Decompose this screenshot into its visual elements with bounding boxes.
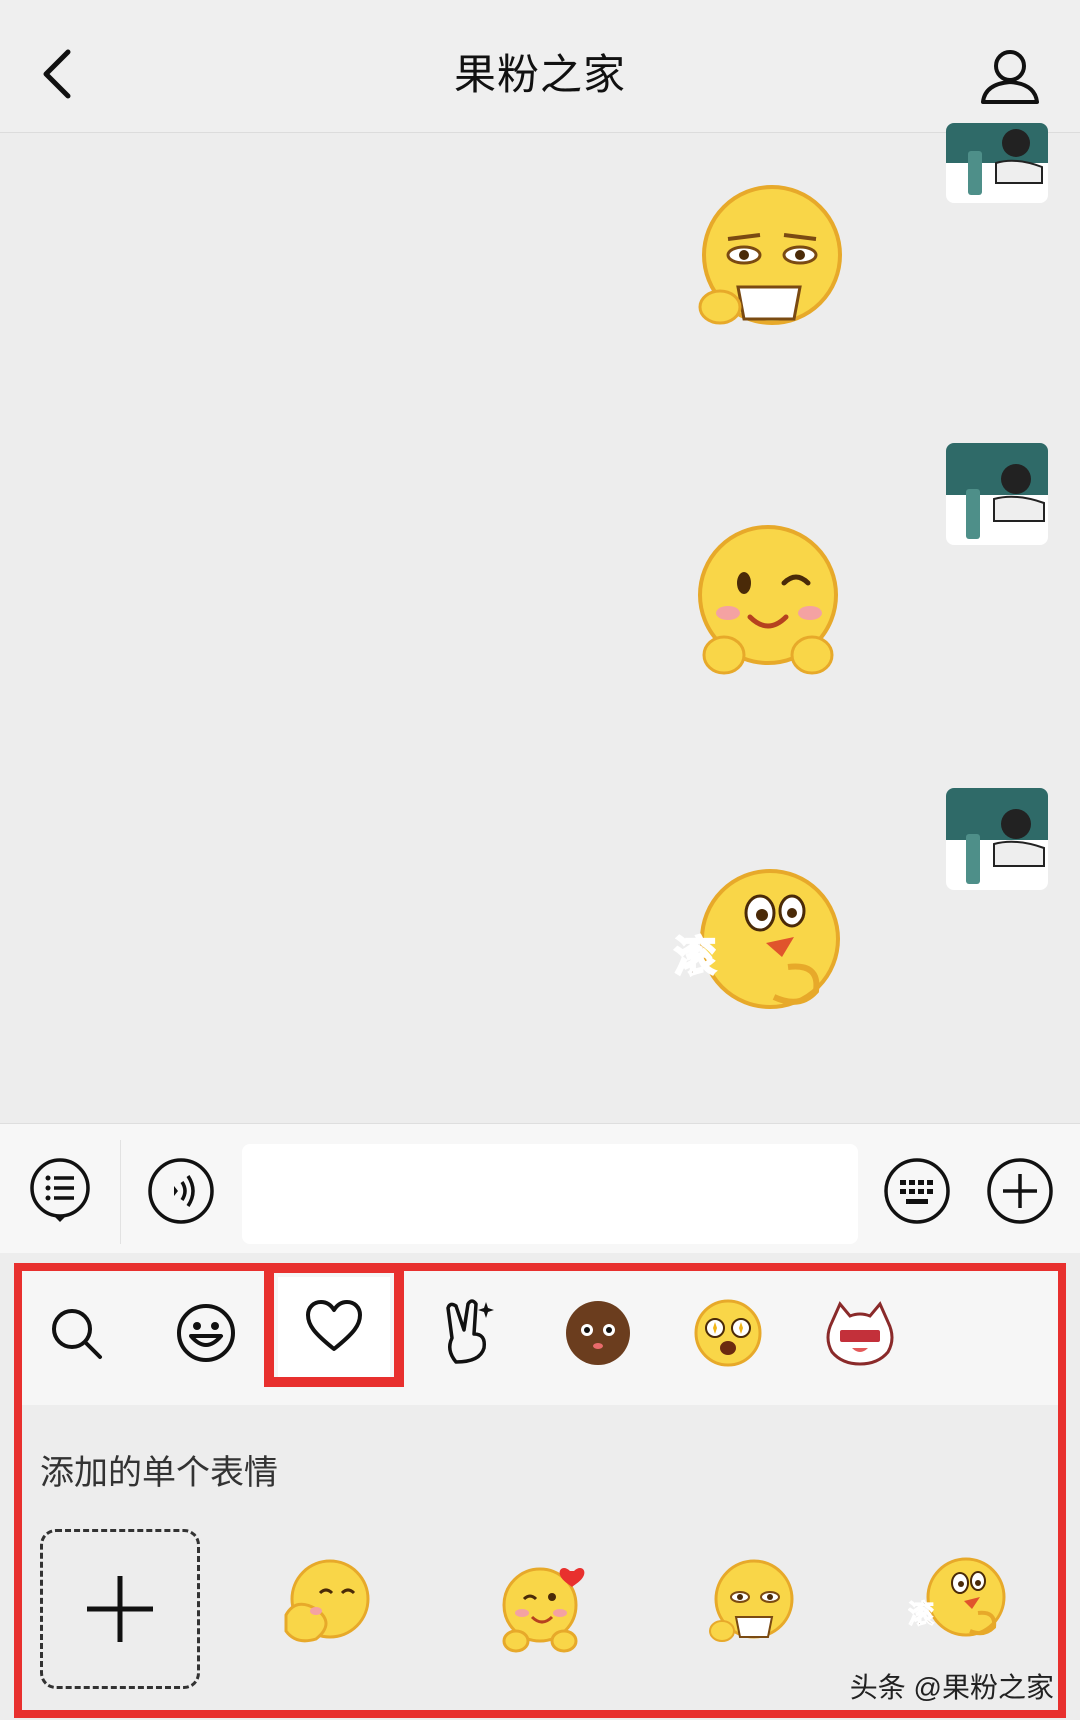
hug-emoji[interactable] [276, 1553, 376, 1653]
avatar-image [946, 123, 1048, 203]
watermark: 头条 @果粉之家 [849, 1672, 1054, 1703]
selection-highlight [264, 1263, 404, 1387]
chevron-left-icon[interactable] [30, 44, 90, 104]
sipping-tea-emoji[interactable] [690, 179, 850, 339]
message-input[interactable] [242, 1144, 858, 1244]
sipping-tea-emoji[interactable] [700, 1553, 800, 1653]
avatar[interactable] [946, 788, 1048, 890]
plus-circle-icon[interactable] [985, 1156, 1055, 1226]
input-bar [0, 1123, 1080, 1254]
chat-messages[interactable]: 滚 [0, 123, 1080, 1123]
wink-blush-emoji[interactable] [688, 521, 848, 681]
avatar-image [946, 443, 1048, 545]
roll-emoji[interactable]: 滚 [908, 1553, 1008, 1653]
heart-blush-emoji[interactable] [494, 1553, 594, 1653]
star-eyes-icon[interactable] [668, 1273, 788, 1393]
nav-bar: 果粉之家 [0, 0, 1080, 133]
smiley-icon[interactable] [146, 1273, 266, 1393]
divider [120, 1140, 121, 1244]
sticker-caption: 滚 [908, 1599, 934, 1630]
emoji-panel: 添加的单个表情 滚 头条 @果粉之家 [0, 1253, 1080, 1720]
keyboard-icon[interactable] [882, 1156, 952, 1226]
sticker-caption: 滚 [674, 932, 716, 981]
avatar-image [946, 788, 1048, 890]
roll-emoji[interactable]: 滚 [670, 863, 850, 1023]
search-icon[interactable] [16, 1273, 136, 1393]
avatar[interactable] [946, 443, 1048, 545]
victory-hand-icon[interactable] [408, 1273, 528, 1393]
person-icon[interactable] [975, 44, 1045, 114]
voice-icon[interactable] [146, 1156, 216, 1226]
list-icon[interactable] [28, 1156, 98, 1226]
plus-icon [87, 1576, 153, 1642]
add-sticker-button[interactable] [40, 1529, 200, 1689]
brown-face-icon[interactable] [538, 1273, 658, 1393]
avatar[interactable] [946, 123, 1048, 203]
chat-title: 果粉之家 [453, 51, 626, 98]
section-label: 添加的单个表情 [40, 1454, 278, 1492]
cat-face-icon[interactable] [800, 1273, 920, 1393]
